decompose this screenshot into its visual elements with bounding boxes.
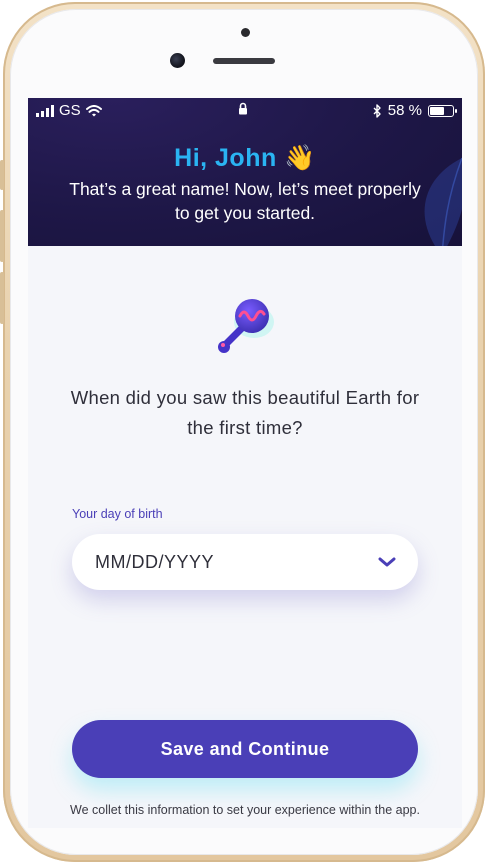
battery-icon <box>428 104 457 117</box>
proximity-sensor <box>241 28 250 37</box>
privacy-footnote: We collet this information to set your e… <box>70 803 420 817</box>
waving-hand-icon: 👋 <box>284 144 316 172</box>
rattle-icon <box>218 299 274 353</box>
save-continue-button[interactable]: Save and Continue <box>72 720 418 778</box>
birthdate-question: When did you saw this beautiful Earth fo… <box>70 387 420 438</box>
lock-icon <box>239 102 247 115</box>
volume-up-button <box>0 210 4 262</box>
app-screen: GS 58 % Hi, John 👋 That’s a great name! … <box>28 98 462 828</box>
status-bar: GS 58 % <box>28 98 462 124</box>
dob-date-picker[interactable]: MM/DD/YYYY <box>72 534 418 590</box>
welcome-header: GS 58 % Hi, John 👋 That’s a great name! … <box>28 98 462 246</box>
signal-icon <box>36 104 54 117</box>
greeting-title: Hi, John 👋 <box>28 144 462 173</box>
greeting-text: Hi, John <box>174 144 277 172</box>
front-camera <box>170 53 185 68</box>
chevron-down-icon[interactable] <box>378 557 396 567</box>
dob-placeholder: MM/DD/YYYY <box>95 551 215 572</box>
volume-down-button <box>0 272 4 324</box>
carrier-name: GS <box>59 102 81 119</box>
bluetooth-icon <box>373 103 381 118</box>
dob-label: Your day of birth <box>72 507 163 521</box>
wifi-icon <box>85 104 102 116</box>
mute-switch <box>0 160 4 190</box>
battery-percent: 58 % <box>387 102 422 119</box>
earpiece-speaker <box>213 58 275 64</box>
greeting-subtitle: That’s a great name! Now, let’s meet pro… <box>69 179 421 223</box>
